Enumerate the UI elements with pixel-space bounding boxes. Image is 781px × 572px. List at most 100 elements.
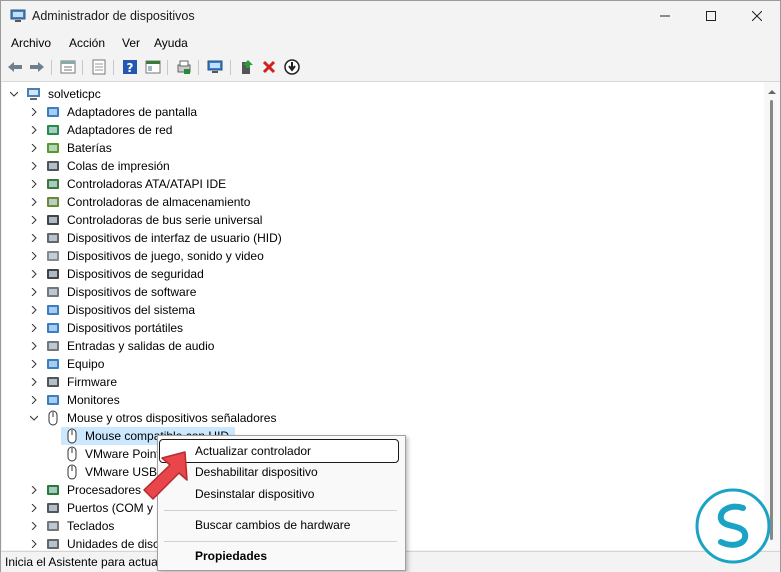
help-icon[interactable]: ? <box>121 58 139 76</box>
tree-root[interactable]: solveticpc <box>8 85 208 103</box>
computer-icon <box>27 88 40 100</box>
menu-accion[interactable]: Acción <box>69 36 105 50</box>
menu-item-label: Desinstalar dispositivo <box>195 487 315 501</box>
tree-item-controladoras-ata-atapi-ide[interactable]: Controladoras ATA/ATAPI IDE <box>28 175 288 193</box>
tree-item-label: Monitores <box>67 393 120 407</box>
chevron-right-icon[interactable] <box>30 342 38 350</box>
tree-item-label: Controladoras ATA/ATAPI IDE <box>67 177 227 191</box>
tree-item-dispositivos-portatiles[interactable]: Dispositivos portátiles <box>28 319 288 337</box>
chevron-right-icon[interactable] <box>30 198 38 206</box>
tree-item-adaptadores-de-red[interactable]: Adaptadores de red <box>28 121 288 139</box>
scroll-thumb[interactable] <box>770 100 773 540</box>
chevron-right-icon[interactable] <box>30 486 38 494</box>
tree-item-equipo[interactable]: Equipo <box>28 355 288 373</box>
back-arrow-icon[interactable] <box>6 58 24 76</box>
scroll-up-icon[interactable] <box>768 89 776 95</box>
tree-item-adaptadores-de-pantalla[interactable]: Adaptadores de pantalla <box>28 103 288 121</box>
menu-ver[interactable]: Ver <box>122 36 140 50</box>
device-category-icon <box>47 251 59 261</box>
chevron-down-icon[interactable] <box>30 414 38 422</box>
view-pane-icon[interactable] <box>144 58 162 76</box>
tree-item-dispositivos-de-software[interactable]: Dispositivos de software <box>28 283 288 301</box>
tree-item-label: Teclados <box>67 519 115 533</box>
vertical-scrollbar[interactable] <box>764 82 780 550</box>
chevron-right-icon[interactable] <box>30 144 38 152</box>
device-category-icon <box>47 521 59 531</box>
chevron-right-icon[interactable] <box>30 396 38 404</box>
tree-item-dispositivos-de-seguridad[interactable]: Dispositivos de seguridad <box>28 265 288 283</box>
menu-separator <box>164 541 397 542</box>
tree-item-dispositivos-de-interfaz-de-usuario-hid[interactable]: Dispositivos de interfaz de usuario (HID… <box>28 229 288 247</box>
device-category-icon <box>47 107 59 117</box>
toolbar: ? <box>1 54 780 82</box>
document-icon[interactable] <box>90 58 108 76</box>
chevron-right-icon[interactable] <box>30 180 38 188</box>
chevron-right-icon[interactable] <box>30 324 38 332</box>
chevron-right-icon[interactable] <box>30 378 38 386</box>
device-manager-icon <box>10 9 26 22</box>
forward-arrow-icon[interactable] <box>28 58 46 76</box>
tree-item-label: Dispositivos de seguridad <box>67 267 204 281</box>
window-title: Administrador de dispositivos <box>32 9 195 23</box>
properties-view-icon[interactable] <box>59 58 77 76</box>
uninstall-icon[interactable] <box>260 58 278 76</box>
minimize-button[interactable] <box>642 1 688 31</box>
tree-item-label: Dispositivos de interfaz de usuario (HID… <box>67 231 282 245</box>
chevron-right-icon[interactable] <box>30 126 38 134</box>
chevron-right-icon[interactable] <box>30 522 38 530</box>
brand-logo <box>695 488 771 564</box>
print-icon[interactable] <box>175 58 193 76</box>
menu-item-label: Propiedades <box>195 549 268 563</box>
tree-item-colas-de-impresion[interactable]: Colas de impresión <box>28 157 288 175</box>
chevron-down-icon[interactable] <box>10 90 18 98</box>
properties-menu-item[interactable]: Propiedades <box>161 545 402 567</box>
tree-item-firmware[interactable]: Firmware <box>28 373 288 391</box>
pointer-arrow-icon <box>143 451 188 500</box>
maximize-icon <box>706 11 716 21</box>
toolbar-separator <box>51 60 52 75</box>
tree-item-label: Colas de impresión <box>67 159 170 173</box>
device-category-icon <box>47 287 59 297</box>
chevron-right-icon[interactable] <box>30 252 38 260</box>
device-category-icon <box>47 215 59 225</box>
mouse-icon <box>67 464 77 480</box>
disable-device-icon[interactable] <box>283 58 301 76</box>
tree-item-label: Adaptadores de red <box>67 123 173 137</box>
chevron-right-icon[interactable] <box>30 216 38 224</box>
chevron-right-icon[interactable] <box>30 360 38 368</box>
tree-item-label: Dispositivos de juego, sonido y video <box>67 249 264 263</box>
tree-item-label: Controladoras de almacenamiento <box>67 195 251 209</box>
toolbar-separator <box>230 60 231 75</box>
chevron-right-icon[interactable] <box>30 504 38 512</box>
tree-item-label: Dispositivos de software <box>67 285 197 299</box>
tree-item-monitores[interactable]: Monitores <box>28 391 288 409</box>
device-category-icon <box>47 359 59 369</box>
chevron-right-icon[interactable] <box>30 108 38 116</box>
toolbar-separator <box>167 60 168 75</box>
tree-item-mouse-y-otros-dispositivos-senaladores[interactable]: Mouse y otros dispositivos señaladores <box>28 409 288 427</box>
scan-hardware-menu-item[interactable]: Buscar cambios de hardware <box>161 514 402 536</box>
device-category-icon <box>47 485 59 495</box>
tree-item-controladoras-de-almacenamiento[interactable]: Controladoras de almacenamiento <box>28 193 288 211</box>
scan-hardware-icon[interactable] <box>206 58 224 76</box>
maximize-button[interactable] <box>688 1 734 31</box>
tree-item-label: Adaptadores de pantalla <box>67 105 198 119</box>
menu-item-label: Actualizar controlador <box>195 444 312 458</box>
tree-item-controladoras-de-bus-serie-universal[interactable]: Controladoras de bus serie universal <box>28 211 288 229</box>
menu-ayuda[interactable]: Ayuda <box>154 36 188 50</box>
update-driver-icon[interactable] <box>238 58 256 76</box>
chevron-right-icon[interactable] <box>30 288 38 296</box>
tree-item-dispositivos-del-sistema[interactable]: Dispositivos del sistema <box>28 301 288 319</box>
tree-item-dispositivos-de-juego-sonido-y-video[interactable]: Dispositivos de juego, sonido y video <box>28 247 288 265</box>
close-button[interactable] <box>734 1 780 31</box>
tree-item-baterias[interactable]: Baterías <box>28 139 288 157</box>
chevron-right-icon[interactable] <box>30 306 38 314</box>
chevron-right-icon[interactable] <box>30 540 38 548</box>
chevron-right-icon[interactable] <box>30 234 38 242</box>
chevron-right-icon[interactable] <box>30 270 38 278</box>
device-category-icon <box>47 179 59 189</box>
chevron-right-icon[interactable] <box>30 162 38 170</box>
device-category-icon <box>47 323 59 333</box>
menu-archivo[interactable]: Archivo <box>11 36 51 50</box>
tree-item-entradas-y-salidas-de-audio[interactable]: Entradas y salidas de audio <box>28 337 288 355</box>
